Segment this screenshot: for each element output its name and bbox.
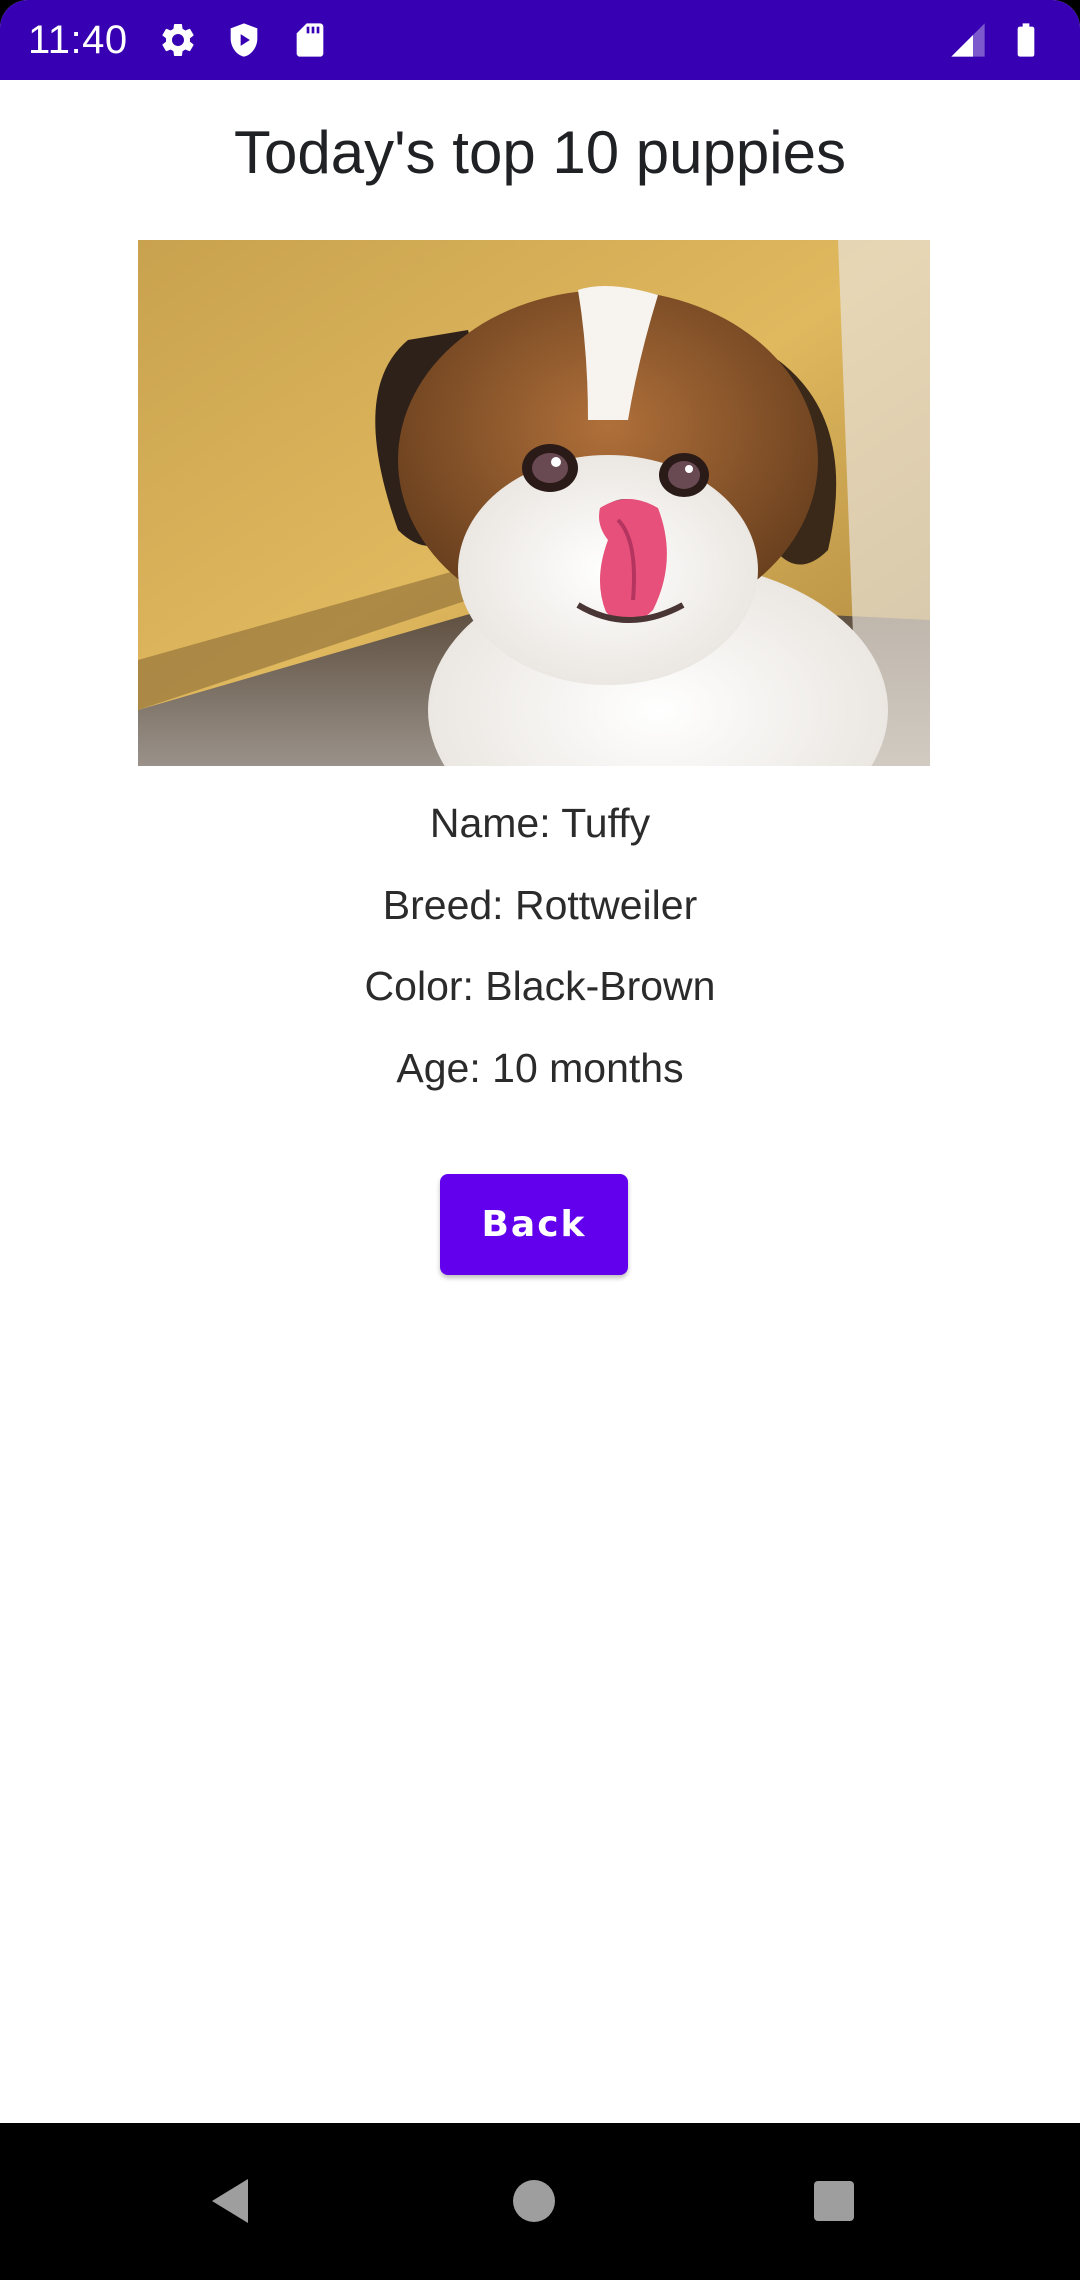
gear-icon [158,20,198,60]
puppy-breed: Breed: Rottweiler [382,882,698,928]
puppy-age: Age: 10 months [396,1045,684,1091]
home-nav-icon[interactable] [506,2173,562,2229]
page-title: Today's top 10 puppies [234,119,846,186]
puppy-photo [138,240,930,766]
puppy-name: Name: Tuffy [429,800,651,846]
status-time: 11:40 [28,17,128,62]
recents-nav-icon[interactable] [806,2173,862,2229]
status-bar: 11:40 [0,0,1080,80]
back-button[interactable]: Back [440,1174,628,1275]
back-nav-icon[interactable] [204,2173,260,2229]
puppy-color: Color: Black-Brown [364,963,716,1009]
shield-icon [224,20,264,60]
app-screen: 11:40 Today's top 10 puppies Name: Tuffy… [0,0,1080,2280]
signal-icon [948,20,988,60]
status-right-group [948,20,1052,60]
navigation-bar [0,2123,1080,2280]
battery-icon [1006,20,1046,60]
sd-card-icon [290,20,330,60]
